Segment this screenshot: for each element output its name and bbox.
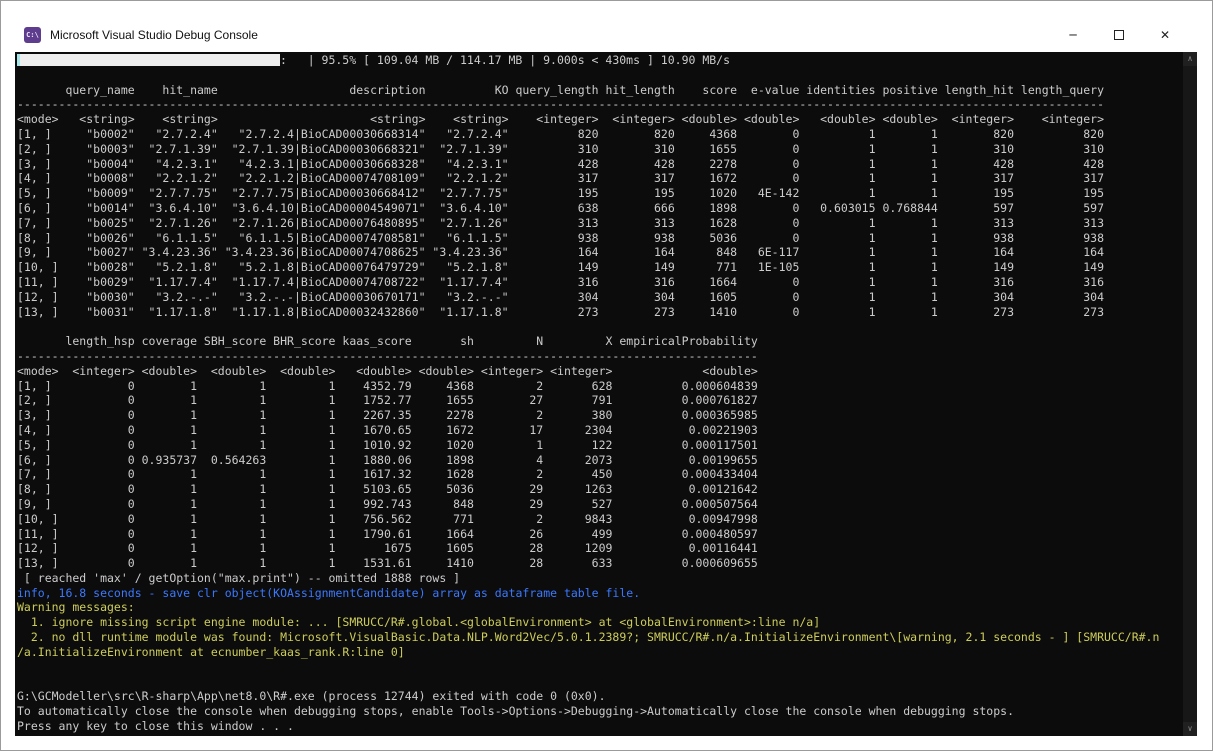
table-divider: ----------------------------------------… xyxy=(17,349,1197,364)
scroll-up-icon[interactable]: ∧ xyxy=(1183,52,1197,66)
scroll-down-icon[interactable]: ∨ xyxy=(1183,722,1197,736)
maximize-icon xyxy=(1114,30,1124,40)
table-row: [9, ] "b0027" "3.4.23.36" "3.4.23.36|Bio… xyxy=(17,245,1197,260)
blank-line xyxy=(17,674,1197,689)
table-row: [7, ] 0 1 1 1 1617.32 1628 2 450 0.00043… xyxy=(17,467,1197,482)
console-message: info, 16.8 seconds - save clr object(KOA… xyxy=(17,586,1197,601)
table-row: [1, ] 0 1 1 1 4352.79 4368 2 628 0.00060… xyxy=(17,379,1197,394)
blank-line xyxy=(17,68,1197,83)
table-row: [2, ] 0 1 1 1 1752.77 1655 27 791 0.0007… xyxy=(17,393,1197,408)
table-row: [12, ] 0 1 1 1 1675 1605 28 1209 0.00116… xyxy=(17,541,1197,556)
console-message: Press any key to close this window . . . xyxy=(17,719,1197,734)
table-types: <mode> <integer> <double> <double> <doub… xyxy=(17,364,1197,379)
console-message: [ reached 'max' / getOption("max.print")… xyxy=(17,571,1197,586)
table-row: [11, ] "b0029" "1.17.7.4" "1.17.7.4|BioC… xyxy=(17,275,1197,290)
table-row: [10, ] "b0028" "5.2.1.8" "5.2.1.8|BioCAD… xyxy=(17,260,1197,275)
vertical-scrollbar[interactable]: ∧ ∨ xyxy=(1183,52,1197,736)
table-row: [13, ] 0 1 1 1 1531.61 1410 28 633 0.000… xyxy=(17,556,1197,571)
minimize-button[interactable]: ─ xyxy=(1050,18,1096,52)
progress-status-line: : | 95.5% [ 109.04 MB / 114.17 MB | 9.00… xyxy=(17,53,1197,68)
table-row: [12, ] "b0030" "3.2.-.-" "3.2.-.-|BioCAD… xyxy=(17,290,1197,305)
console-message: Warning messages: xyxy=(17,600,1197,615)
window-title: Microsoft Visual Studio Debug Console xyxy=(50,28,258,42)
blank-line xyxy=(17,319,1197,334)
table-divider: ----------------------------------------… xyxy=(17,97,1197,112)
console-message: /a.InitializeEnvironment at ecnumber_kaa… xyxy=(17,645,1197,660)
table-row: [5, ] 0 1 1 1 1010.92 1020 1 122 0.00011… xyxy=(17,438,1197,453)
table-row: [11, ] 0 1 1 1 1790.61 1664 26 499 0.000… xyxy=(17,527,1197,542)
window-controls: ─ ✕ xyxy=(1050,18,1188,52)
titlebar[interactable]: C:\ Microsoft Visual Studio Debug Consol… xyxy=(1,18,1212,52)
debug-console-window: C:\ Microsoft Visual Studio Debug Consol… xyxy=(0,0,1213,751)
table-row: [9, ] 0 1 1 1 992.743 848 29 527 0.00050… xyxy=(17,497,1197,512)
close-button[interactable]: ✕ xyxy=(1142,18,1188,52)
table-row: [3, ] "b0004" "4.2.3.1" "4.2.3.1|BioCAD0… xyxy=(17,157,1197,172)
table-row: [6, ] "b0014" "3.6.4.10" "3.6.4.10|BioCA… xyxy=(17,201,1197,216)
table-row: [4, ] 0 1 1 1 1670.65 1672 17 2304 0.002… xyxy=(17,423,1197,438)
table-row: [13, ] "b0031" "1.17.1.8" "1.17.1.8|BioC… xyxy=(17,305,1197,320)
progress-status-text: : | 95.5% [ 109.04 MB / 114.17 MB | 9.00… xyxy=(280,53,730,68)
table-row: [2, ] "b0003" "2.7.1.39" "2.7.1.39|BioCA… xyxy=(17,142,1197,157)
console-message: 2. no dll runtime module was found: Micr… xyxy=(17,630,1197,645)
progress-bar xyxy=(17,54,280,66)
maximize-button[interactable] xyxy=(1096,18,1142,52)
debug-console-icon: C:\ xyxy=(24,27,41,43)
table-row: [4, ] "b0008" "2.2.1.2" "2.2.1.2|BioCAD0… xyxy=(17,171,1197,186)
console-lines: query_name hit_name description KO query… xyxy=(17,68,1197,734)
table-row: [6, ] 0 0.935737 0.564263 1 1880.06 1898… xyxy=(17,453,1197,468)
table-row: [3, ] 0 1 1 1 2267.35 2278 2 380 0.00036… xyxy=(17,408,1197,423)
table-types: <mode> <string> <string> <string> <strin… xyxy=(17,112,1197,127)
console-message: 1. ignore missing script engine module: … xyxy=(17,615,1197,630)
table-row: [1, ] "b0002" "2.7.2.4" "2.7.2.4|BioCAD0… xyxy=(17,127,1197,142)
table-row: [8, ] 0 1 1 1 5103.65 5036 29 1263 0.001… xyxy=(17,482,1197,497)
blank-line xyxy=(17,660,1197,675)
console-message: To automatically close the console when … xyxy=(17,704,1197,719)
table-row: [10, ] 0 1 1 1 756.562 771 2 9843 0.0094… xyxy=(17,512,1197,527)
table-header: length_hsp coverage SBH_score BHR_score … xyxy=(17,334,1197,349)
table-row: [7, ] "b0025" "2.7.1.26" "2.7.1.26|BioCA… xyxy=(17,216,1197,231)
table-row: [8, ] "b0026" "6.1.1.5" "6.1.1.5|BioCAD0… xyxy=(17,231,1197,246)
console-message: G:\GCModeller\src\R-sharp\App\net8.0\R#.… xyxy=(17,689,1197,704)
console-output[interactable]: : | 95.5% [ 109.04 MB / 114.17 MB | 9.00… xyxy=(15,52,1197,736)
table-header: query_name hit_name description KO query… xyxy=(17,83,1197,98)
table-row: [5, ] "b0009" "2.7.7.75" "2.7.7.75|BioCA… xyxy=(17,186,1197,201)
